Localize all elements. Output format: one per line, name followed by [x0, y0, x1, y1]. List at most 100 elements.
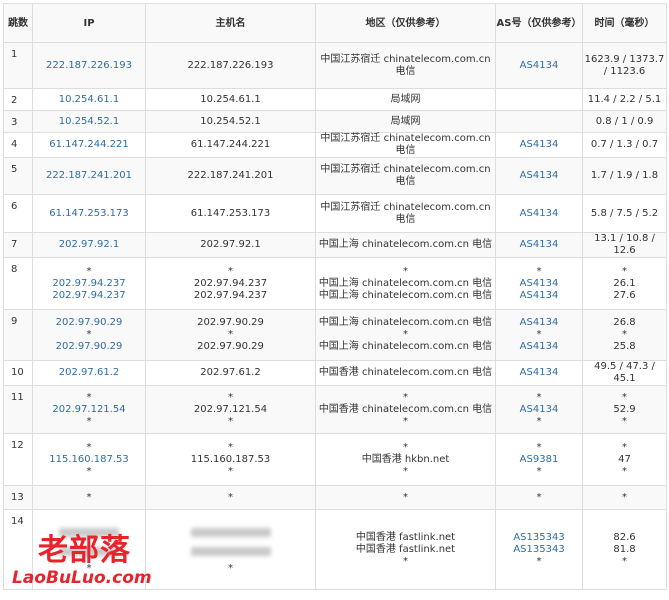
ip-link[interactable]: 222.187.226.193 [33, 60, 145, 72]
asn-value: * [536, 265, 542, 277]
host-value: * [228, 465, 233, 477]
ip-value: * [86, 465, 92, 477]
table-row: 7 202.97.92.1 202.97.92.1 中国上海 chinatelecom… [3, 232, 667, 258]
asn-link[interactable]: AS4134 [496, 239, 582, 251]
region-value: * [403, 555, 408, 567]
ip-cell: 202.97.61.2 [32, 360, 146, 386]
asn-link[interactable]: AS4134 [496, 404, 582, 416]
ip-link[interactable]: 202.97.121.54 [33, 404, 145, 416]
ip-link[interactable]: 202.97.92.1 [33, 239, 145, 251]
table-row: 4 61.147.244.221 61.147.244.221 中国江苏宿迁 chin… [3, 132, 667, 158]
ip-link[interactable]: 202.97.90.29 [33, 317, 145, 329]
host-cell: 222.187.241.201 [145, 157, 316, 195]
ip-link[interactable]: 61.147.244.221 [33, 139, 145, 151]
ip-link[interactable]: 202.97.94.237 [33, 290, 145, 302]
region-cell: 中国江苏宿迁 chinatelecom.com.cn 电信 [315, 42, 496, 89]
asn-value: * [536, 329, 542, 340]
asn-link[interactable]: AS4134 [496, 317, 582, 329]
host-cell: * [145, 509, 316, 590]
asn-link[interactable]: AS9381 [496, 454, 582, 466]
ip-link[interactable]: 202.97.61.2 [33, 367, 145, 379]
hop-number: 7 [3, 232, 33, 258]
redacted-value [190, 527, 271, 537]
region-cell: 中国江苏宿迁 chinatelecom.com.cn 电信 [315, 157, 496, 195]
region-value: 中国江苏宿迁 chinatelecom.com.cn 电信 [320, 164, 491, 187]
time-value: 13.1 / 10.8 / 12.6 [594, 233, 655, 256]
time-value: * [622, 465, 627, 477]
table-row: 8 * 202.97.94.237 202.97.94.237 * 202.97.94.2… [3, 257, 667, 310]
ip-link[interactable]: 10.254.52.1 [33, 116, 145, 128]
table-row: 14 * * 中国香港 fastlink.net 中国香港 fastlink.net * A… [3, 509, 667, 590]
time-cell: 26.8 * 25.8 [582, 309, 667, 361]
redacted-value [59, 546, 119, 556]
host-value: 222.187.241.201 [187, 170, 274, 181]
asn-link[interactable]: AS135343 [496, 544, 582, 556]
region-cell: 局域网 [315, 88, 496, 111]
ip-cell: * [32, 485, 146, 510]
ip-link[interactable]: 202.97.94.237 [33, 278, 145, 290]
time-value: 0.8 / 1 / 0.9 [595, 115, 654, 127]
time-value: 5.8 / 7.5 / 5.2 [590, 207, 659, 219]
ip-link[interactable]: 10.254.61.1 [33, 94, 145, 106]
region-value: 中国香港 fastlink.net [355, 531, 456, 543]
time-value: 25.8 [613, 341, 636, 352]
hop-number: 11 [3, 385, 33, 434]
region-value: 中国江苏宿迁 chinatelecom.com.cn 电信 [320, 53, 491, 77]
asn-link[interactable]: AS4134 [496, 290, 582, 302]
hop-number: 12 [3, 433, 33, 486]
asn-link[interactable]: AS4134 [496, 341, 582, 353]
time-cell: 49.5 / 47.3 / 45.1 [582, 360, 667, 386]
time-value: 26.8 [613, 317, 636, 328]
asn-link[interactable]: AS4134 [496, 278, 582, 290]
region-value: 中国上海 chinatelecom.com.cn 电信 [318, 239, 493, 250]
table-row: 12 * 115.160.187.53 * * 115.160.187.53 * * 中国香港 … [3, 433, 667, 486]
region-value: 局域网 [390, 93, 421, 105]
asn-link[interactable]: AS4134 [496, 139, 582, 151]
time-value: * [622, 491, 627, 503]
asn-link[interactable]: AS4134 [496, 367, 582, 379]
hop-number: 4 [3, 132, 33, 158]
host-cell: 61.147.244.221 [145, 132, 316, 158]
ip-link[interactable]: 61.147.253.173 [33, 208, 145, 220]
asn-value: * [536, 555, 542, 567]
host-value: 202.97.61.2 [200, 367, 261, 378]
time-value: 1623.9 / 1373.7 / 1123.6 [584, 53, 665, 77]
ip-cell: 10.254.52.1 [32, 110, 146, 133]
ip-value: * [86, 441, 92, 453]
host-cell: * 202.97.121.54 * [145, 385, 316, 434]
hop-number: 2 [3, 88, 33, 111]
asn-link[interactable]: AS4134 [496, 208, 582, 220]
region-value: * [403, 465, 408, 477]
table-row: 5 222.187.241.201 222.187.241.201 中国江苏宿迁 ch… [3, 157, 667, 195]
ip-link[interactable]: 222.187.241.201 [33, 170, 145, 182]
hop-number: 6 [3, 194, 33, 233]
ip-cell: * [32, 509, 146, 590]
asn-link[interactable]: AS135343 [496, 532, 582, 544]
ip-cell: 10.254.61.1 [32, 88, 146, 111]
hop-number: 14 [3, 509, 33, 590]
ip-link[interactable]: 202.97.90.29 [33, 341, 145, 353]
time-value: 1.7 / 1.9 / 1.8 [590, 170, 659, 181]
ip-value: * [86, 415, 92, 427]
table-header-row: 跳数 IP 主机名 地区（仅供参考） AS号（仅供参考） 时间（毫秒） [3, 3, 667, 43]
time-value: * [622, 555, 627, 567]
ip-link[interactable]: 115.160.187.53 [33, 454, 145, 466]
region-cell: 中国香港 chinatelecom.com.cn 电信 [315, 360, 496, 386]
region-value: * [403, 441, 408, 453]
asn-value: * [536, 391, 542, 403]
col-header-ip: IP [32, 3, 146, 43]
traceroute-panel: 跳数 IP 主机名 地区（仅供参考） AS号（仅供参考） 时间（毫秒） 1 222… [3, 3, 667, 590]
asn-link[interactable]: AS4134 [496, 170, 582, 182]
hop-number: 9 [3, 309, 33, 361]
region-cell: 中国江苏宿迁 chinatelecom.com.cn 电信 [315, 132, 496, 158]
time-cell: 5.8 / 7.5 / 5.2 [582, 194, 667, 233]
host-value: 202.97.121.54 [193, 403, 268, 415]
time-cell: * [582, 485, 667, 510]
asn-cell: * [495, 485, 583, 510]
time-cell: 1623.9 / 1373.7 / 1123.6 [582, 42, 667, 89]
ip-cell: * 202.97.94.237 202.97.94.237 [32, 257, 146, 310]
asn-link[interactable]: AS4134 [496, 60, 582, 72]
time-value: * [622, 391, 627, 403]
asn-cell: AS4134 [495, 132, 583, 158]
region-value: * [403, 265, 408, 277]
